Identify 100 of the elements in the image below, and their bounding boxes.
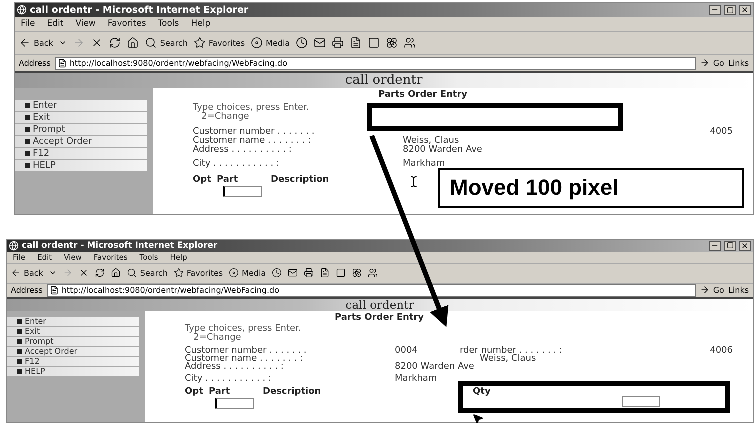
bullet-icon [17,348,22,354]
instructions: Type choices, press Enter. 2=Change [185,324,302,343]
maximize-icon [726,242,734,250]
field-label: Customer number . . . . . . . [193,128,315,137]
menu-item[interactable]: File [21,19,36,29]
input-field[interactable] [223,186,262,197]
document-icon[interactable] [320,268,330,278]
address-field[interactable]: http://localhost:9080/ordentr/webfacing/WebFacing.do [46,284,696,297]
search-icon [145,37,158,49]
media-button[interactable]: Media [251,37,290,49]
back-button[interactable]: Back [19,37,54,49]
field-value: Weiss, Claus [403,137,460,146]
command-link[interactable]: Prompt [7,336,139,346]
favorites-button[interactable]: Favorites [194,37,246,49]
document-icon[interactable] [350,37,362,49]
field-value: Weiss, Claus [480,354,536,363]
refresh-icon[interactable] [109,37,122,49]
page-icon [58,58,67,68]
bullet-icon [25,115,30,120]
command-link[interactable]: Prompt [15,124,147,135]
back-arrow-icon [19,37,31,49]
printer-icon[interactable] [332,37,344,49]
bullet-icon [25,103,30,108]
minimize-button[interactable] [709,5,721,15]
clock-icon[interactable] [272,268,282,278]
stop-icon[interactable] [91,37,104,49]
command-link[interactable]: Enter [7,316,139,326]
page-icon [50,286,59,295]
minimize-button[interactable] [709,240,721,251]
close-button[interactable] [739,5,751,15]
links-label[interactable]: Links [728,58,749,68]
column-header: Part [209,386,232,398]
menu-item[interactable]: Help [191,19,211,29]
input-field[interactable] [215,398,254,409]
field-label: rder number . . . . . . . : [460,346,562,355]
command-link[interactable]: HELP [15,160,147,171]
square-icon[interactable] [368,37,380,49]
search-button[interactable]: Search [127,268,168,278]
address-field[interactable]: http://localhost:9080/ordentr/webfacing/WebFacing.do [54,56,696,70]
people-icon[interactable] [368,268,378,278]
arrow-icon [700,58,710,68]
maximize-button[interactable] [724,240,736,251]
close-icon [741,6,749,14]
flower-icon[interactable] [386,37,398,49]
search-icon [127,268,138,278]
maximize-button[interactable] [724,5,736,15]
bullet-icon [25,139,30,144]
refresh-icon[interactable] [95,268,106,278]
column-header: Description [263,386,322,398]
bullet-icon [17,368,22,374]
arrow-icon [700,285,710,296]
home-icon[interactable] [111,268,122,278]
menu-item[interactable]: Tools [158,19,180,29]
go-button[interactable]: Go [700,58,724,68]
bullet-icon [17,328,22,334]
menu-item[interactable]: Favorites [108,19,146,29]
window-title: call ordentr - Microsoft Internet Explorer [22,240,219,251]
printer-icon[interactable] [304,268,314,278]
command-link[interactable]: Exit [7,326,139,336]
close-button[interactable] [739,240,751,251]
go-button[interactable]: Go [700,285,724,296]
column-header: Description [271,175,330,186]
square-icon[interactable] [336,268,346,278]
command-link[interactable]: F12 [15,148,147,159]
command-link[interactable]: Accept Order [15,136,147,147]
people-icon[interactable] [404,37,416,49]
command-link[interactable]: Accept Order [7,346,139,356]
text-cursor-icon [408,176,420,188]
command-link[interactable]: F12 [7,356,139,366]
command-link[interactable]: HELP [7,366,139,376]
home-icon[interactable] [127,37,140,49]
menu-item[interactable]: View [76,19,96,29]
star-icon [174,268,184,278]
favorites-button[interactable]: Favorites [174,268,224,278]
field-value: 8200 Warden Ave [403,146,482,155]
search-button[interactable]: Search [145,37,188,49]
menu-item[interactable]: Edit [47,19,64,29]
links-label[interactable]: Links [728,286,749,295]
field-label: Customer number . . . . . . . [185,346,307,355]
column-header: Opt [185,386,204,398]
media-button[interactable]: Media [229,268,266,278]
command-link[interactable]: Enter [15,100,147,111]
back-button[interactable]: Back [11,268,44,278]
address-label: Address [19,58,51,68]
stop-icon[interactable] [79,268,90,278]
callout-text: Moved 100 pixel [438,168,744,208]
clock-icon[interactable] [296,37,308,49]
caret-icon[interactable] [59,39,68,47]
column-header: Part [217,175,240,186]
mail-icon[interactable] [288,268,298,278]
input-field[interactable] [622,396,660,407]
flower-icon[interactable] [352,268,362,278]
field-label: City . . . . . . . . . . . : [193,160,280,169]
mail-icon[interactable] [314,37,326,49]
form-heading: Parts Order Entry [378,90,468,100]
command-link[interactable]: Exit [15,112,147,123]
address-label: Address [11,286,43,295]
field-value: Markham [395,374,438,383]
field-label: Address . . . . . . . . . . : [193,146,292,155]
column-header: Opt [193,175,212,186]
